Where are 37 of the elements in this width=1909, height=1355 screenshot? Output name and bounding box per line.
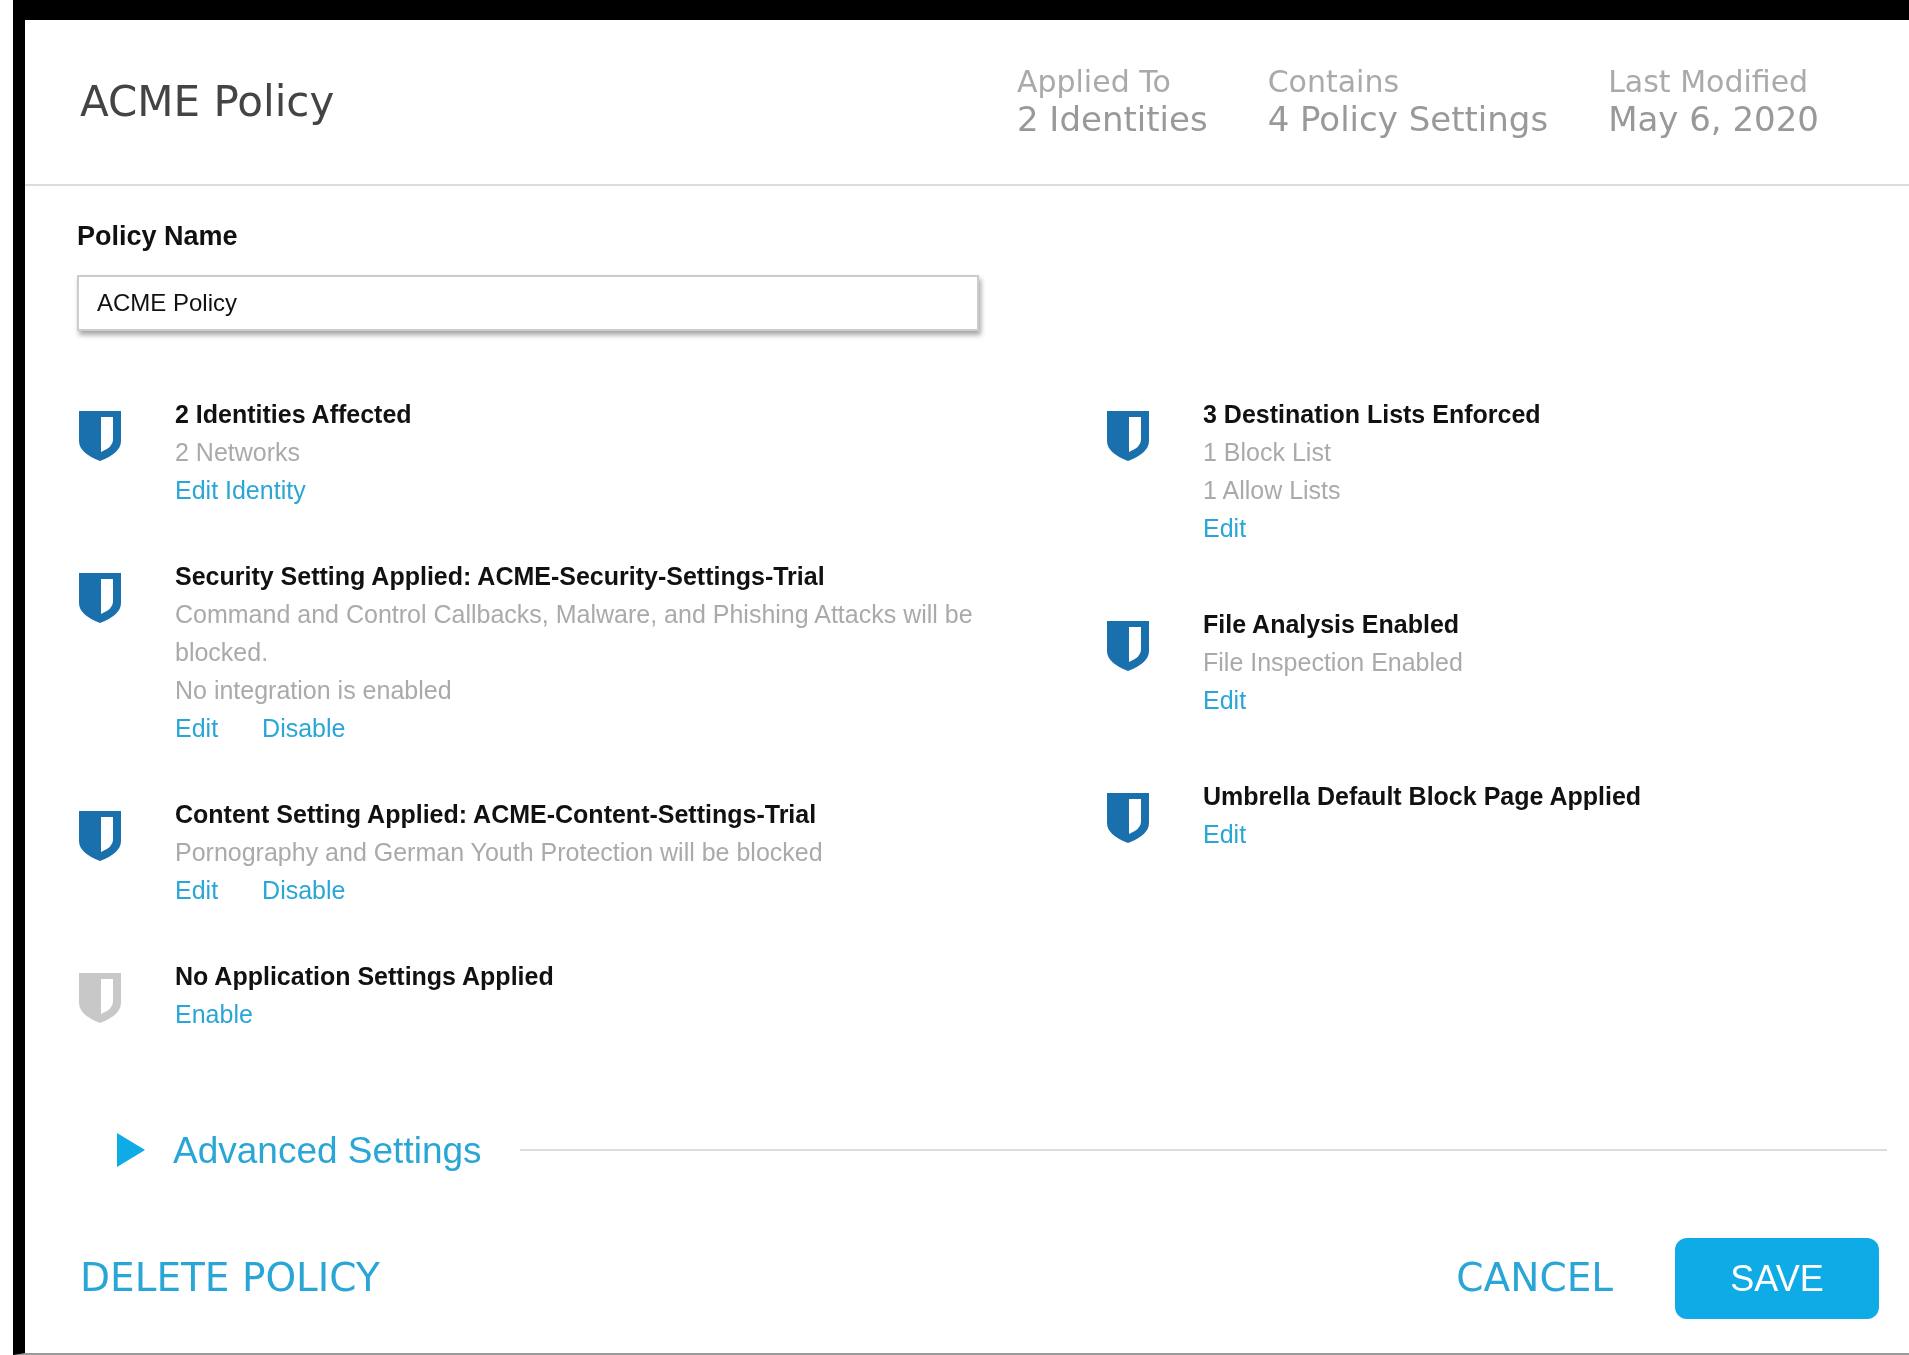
policy-title: ACME Policy: [80, 76, 336, 128]
item-link[interactable]: Edit Identity: [175, 470, 306, 509]
save-button[interactable]: SAVE: [1675, 1238, 1879, 1319]
item-title: 3 Destination Lists Enforced: [1203, 398, 1541, 430]
expand-triangle-icon[interactable]: [117, 1133, 145, 1168]
item-link[interactable]: Disable: [262, 708, 346, 747]
item-link[interactable]: Enable: [175, 994, 253, 1033]
advanced-settings-link[interactable]: Advanced Settings: [173, 1122, 482, 1178]
item-detail: File Inspection Enabled: [1203, 646, 1463, 678]
item-detail: Pornography and German Youth Protection will be blocked: [175, 836, 823, 868]
stat-value: 4 Policy Settings: [1267, 99, 1549, 139]
item-title: Security Setting Applied: ACME-Security-Settings-Trial: [175, 560, 826, 592]
item-title: No Application Settings Applied: [175, 960, 554, 992]
item-title: File Analysis Enabled: [1203, 608, 1461, 640]
item-link[interactable]: Disable: [262, 870, 346, 909]
stat-label: Last Modified: [1608, 65, 1810, 100]
item-title: Content Setting Applied: ACME-Content-Settings-Trial: [175, 798, 818, 830]
stat-value: May 6, 2020: [1608, 99, 1819, 139]
cancel-button[interactable]: CANCEL: [1456, 1249, 1613, 1308]
item-link[interactable]: Edit: [175, 870, 219, 909]
item-title: 2 Identities Affected: [175, 398, 412, 430]
policy-name-field[interactable]: ACME Policy: [77, 274, 979, 331]
stat-label: Contains: [1267, 65, 1401, 100]
item-title: Umbrella Default Block Page Applied: [1203, 780, 1642, 812]
item-link[interactable]: Edit: [175, 708, 219, 747]
stat-value: 2 Identities: [1016, 99, 1208, 139]
item-detail: No integration is enabled: [175, 674, 453, 706]
item-link[interactable]: Edit: [1203, 814, 1247, 853]
item-link[interactable]: Edit: [1203, 508, 1247, 547]
item-link[interactable]: Edit: [1203, 680, 1247, 719]
item-detail: Command and Control Callbacks, Malware, and Phishing Attacks will be blocked.: [175, 598, 974, 668]
item-detail: 2 Networks: [175, 436, 302, 468]
item-detail: 1 Allow Lists: [1203, 474, 1342, 506]
item-detail: 1 Block List: [1203, 436, 1332, 468]
stat-label: Applied To: [1016, 65, 1172, 100]
field-label: Policy Name: [77, 220, 239, 253]
delete-policy-button[interactable]: DELETE POLICY: [80, 1249, 380, 1308]
